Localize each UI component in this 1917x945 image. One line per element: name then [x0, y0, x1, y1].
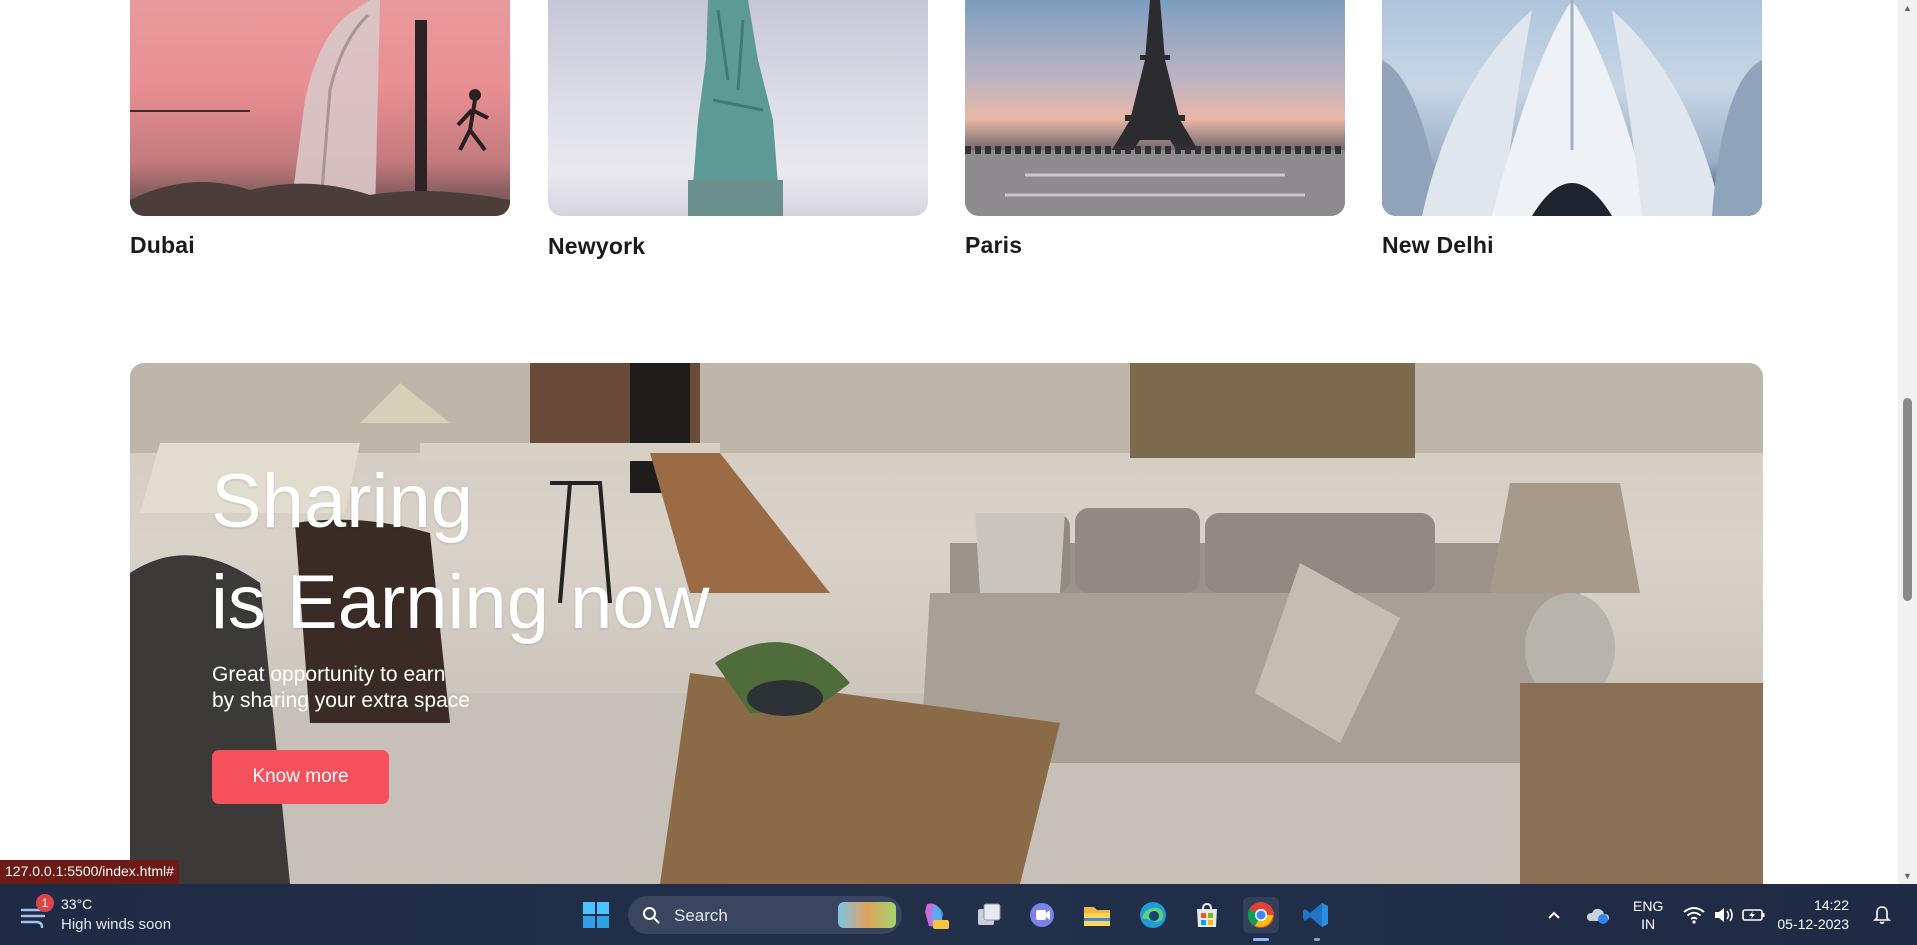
weather-description: High winds soon: [61, 916, 172, 933]
statue-of-liberty-illustration: [688, 0, 783, 216]
hero-title-line-2: is Earning now: [211, 560, 710, 645]
clock-time: 14:22: [1813, 897, 1849, 913]
destination-name-dubai: Dubai: [130, 232, 195, 258]
hero-subtitle: Great opportunity to earn by sharing you…: [212, 662, 470, 714]
weather-temperature: 33°C: [61, 896, 93, 912]
destination-card-new-delhi[interactable]: New Delhi: [1382, 0, 1762, 258]
weather-widget[interactable]: 1 33°C High winds soon: [18, 894, 188, 936]
clock-date: 05-12-2023: [1777, 916, 1849, 932]
page-viewport: Dubai Newyork Paris New Delhi Sharing is…: [0, 0, 1898, 884]
know-more-button[interactable]: Know more: [212, 750, 389, 804]
file-explorer-icon[interactable]: [1079, 897, 1115, 933]
search-label: Search: [674, 906, 728, 925]
battery-charging-icon[interactable]: [1740, 897, 1768, 933]
destination-name-newyork: Newyork: [548, 233, 646, 259]
language-code: ENG: [1633, 898, 1664, 914]
hero-subtitle-line-1: Great opportunity to earn: [212, 663, 446, 686]
hero-subtitle-line-2: by sharing your extra space: [212, 689, 470, 712]
search-icon: [643, 907, 660, 924]
copilot-pre-icon[interactable]: [916, 897, 952, 933]
show-hidden-icons-chevron-icon[interactable]: [1542, 897, 1566, 933]
vscode-icon[interactable]: [1298, 897, 1334, 933]
volume-icon[interactable]: [1710, 897, 1738, 933]
hero-title: Sharing is Earning now: [211, 451, 710, 653]
destination-name-paris: Paris: [965, 232, 1023, 258]
scrollbar-thumb[interactable]: [1903, 398, 1912, 601]
onedrive-sync-icon[interactable]: [1584, 897, 1612, 933]
microsoft-store-icon[interactable]: [1189, 897, 1225, 933]
language-region: IN: [1641, 916, 1656, 932]
teams-meet-icon[interactable]: [1024, 897, 1060, 933]
scroll-up-arrow-icon[interactable]: ▲: [1898, 0, 1917, 16]
notifications-bell-icon[interactable]: [1868, 897, 1896, 933]
destination-card-dubai[interactable]: Dubai: [130, 0, 510, 258]
vscode-open-indicator: [1314, 938, 1320, 941]
lotus-temple-illustration: [1382, 0, 1762, 216]
destination-card-paris[interactable]: Paris: [965, 0, 1345, 258]
destination-image-new-delhi[interactable]: [1382, 0, 1762, 216]
search-highlight-art-icon: [838, 902, 896, 928]
destination-name-new-delhi: New Delhi: [1382, 232, 1494, 258]
status-bar-url: 127.0.0.1:5500/index.html#: [0, 860, 179, 884]
wifi-icon[interactable]: [1680, 897, 1708, 933]
eiffel-tower-illustration: [965, 0, 1345, 216]
destination-image-dubai[interactable]: [130, 0, 510, 216]
scroll-down-arrow-icon[interactable]: ▼: [1898, 868, 1917, 884]
hero-banner: Sharing is Earning now Great opportunity…: [130, 363, 1763, 884]
edge-browser-icon[interactable]: [1135, 897, 1171, 933]
dubai-skyline-illustration: [130, 0, 510, 216]
task-view-icon[interactable]: [971, 897, 1007, 933]
weather-alert-badge: 1: [36, 894, 54, 912]
input-language-indicator[interactable]: ENG IN: [1633, 897, 1663, 933]
hero-title-line-1: Sharing: [211, 459, 473, 544]
chrome-browser-icon[interactable]: [1243, 897, 1279, 933]
destination-card-newyork[interactable]: Newyork: [548, 0, 928, 259]
taskbar-search-box[interactable]: Search: [628, 896, 902, 934]
windows-taskbar: 1 33°C High winds soon Search ENG IN 14:…: [0, 884, 1917, 945]
page-scrollbar[interactable]: ▲ ▼: [1898, 0, 1917, 884]
destination-image-paris[interactable]: [965, 0, 1345, 216]
windows-start-icon[interactable]: [578, 897, 614, 933]
chrome-active-indicator: [1253, 938, 1269, 941]
system-clock[interactable]: 14:22 05-12-2023: [1777, 896, 1849, 934]
destination-image-newyork[interactable]: [548, 0, 928, 216]
